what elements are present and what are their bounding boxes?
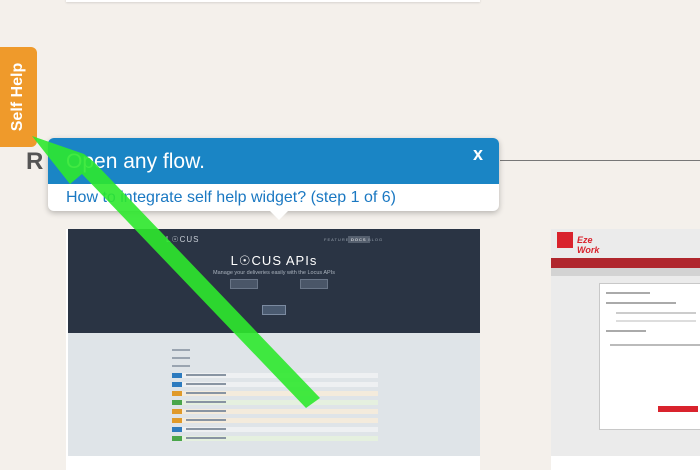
tooltip-caret bbox=[270, 211, 288, 220]
ezework-logo: Eze Work bbox=[557, 232, 599, 255]
locus-nav-docs: DOCS bbox=[348, 236, 370, 243]
locus-logo: L☉CUS bbox=[166, 235, 200, 244]
list-item bbox=[172, 373, 378, 378]
flow-card-locus[interactable]: L☉CUS FEATURES DOCS BLOG L☉CUS APIs Mana… bbox=[66, 229, 480, 470]
list-item bbox=[172, 382, 378, 387]
list-item bbox=[172, 418, 378, 423]
locus-subtitle: Manage your deliveries easily with the L… bbox=[213, 270, 335, 276]
tooltip-header: Open any flow. x bbox=[48, 138, 499, 184]
walkthrough-tooltip: Open any flow. x How to integrate self h… bbox=[48, 138, 499, 220]
list-item bbox=[172, 391, 378, 396]
locus-title: L☉CUS APIs bbox=[230, 253, 318, 268]
list-item bbox=[172, 409, 378, 414]
locus-select-2 bbox=[300, 279, 328, 289]
ezework-panel bbox=[599, 283, 700, 430]
list-item bbox=[172, 400, 378, 405]
ezework-subbar bbox=[551, 268, 700, 276]
ezework-thumbnail: Eze Work bbox=[551, 229, 700, 456]
self-help-label: Self Help bbox=[9, 62, 27, 132]
section-divider bbox=[500, 160, 700, 161]
previous-card-bottom bbox=[66, 0, 480, 2]
locus-hero: L☉CUS FEATURES DOCS BLOG L☉CUS APIs Mana… bbox=[68, 229, 480, 333]
list-header bbox=[172, 365, 378, 368]
flow-card-ezework[interactable]: Eze Work bbox=[551, 229, 700, 470]
ezework-red-button bbox=[658, 406, 698, 412]
list-header bbox=[172, 357, 378, 360]
locus-nav-blog: BLOG bbox=[368, 237, 384, 242]
list-item bbox=[172, 436, 378, 441]
tooltip-step-link[interactable]: How to integrate self help widget? (step… bbox=[66, 189, 396, 207]
list-header bbox=[172, 349, 378, 352]
locus-api-list bbox=[68, 333, 480, 456]
self-help-tab[interactable]: Self Help bbox=[0, 47, 37, 147]
locus-login-button bbox=[262, 305, 286, 315]
locus-thumbnail: L☉CUS FEATURES DOCS BLOG L☉CUS APIs Mana… bbox=[68, 229, 480, 456]
tooltip-title: Open any flow. bbox=[66, 150, 205, 173]
close-icon[interactable]: x bbox=[473, 144, 483, 165]
section-heading: R bbox=[26, 148, 44, 175]
ezework-menubar bbox=[551, 258, 700, 268]
locus-select-1 bbox=[230, 279, 258, 289]
list-item bbox=[172, 427, 378, 432]
